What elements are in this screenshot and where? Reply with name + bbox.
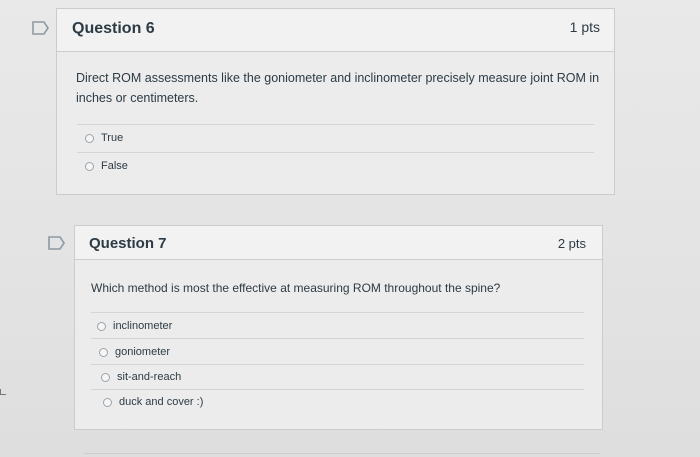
answer-duck-and-cover-label: duck and cover :) — [119, 396, 204, 408]
question-6-card: Question 6 1 pts Direct ROM assessments … — [56, 8, 615, 195]
question-6-text: Direct ROM assessments like the goniomet… — [76, 71, 600, 105]
radio-icon[interactable] — [97, 321, 106, 331]
answer-goniometer[interactable]: goniometer — [99, 346, 170, 358]
answer-false[interactable]: False — [85, 160, 128, 172]
answer-separator — [91, 364, 584, 365]
answer-separator — [77, 124, 594, 125]
question-6-header: Question 6 1 pts — [57, 9, 614, 52]
answer-false-label: False — [101, 160, 128, 172]
question-7-points: 2 pts — [557, 236, 586, 251]
answer-true[interactable]: True — [85, 132, 123, 144]
radio-icon[interactable] — [85, 161, 94, 171]
question-6-points: 1 pts — [569, 19, 600, 35]
answer-separator — [77, 152, 594, 153]
answer-goniometer-label: goniometer — [115, 346, 171, 358]
question-7-card: Question 7 2 pts Which method is most th… — [74, 225, 603, 430]
answer-sit-and-reach[interactable]: sit-and-reach — [101, 371, 181, 383]
radio-icon[interactable] — [103, 397, 112, 407]
question-7-title: Question 7 — [89, 235, 167, 252]
answer-separator — [91, 312, 584, 313]
flag-question-6-icon[interactable] — [32, 21, 50, 35]
flag-question-7-icon[interactable] — [48, 236, 66, 250]
radio-icon[interactable] — [85, 133, 94, 143]
edge-mark — [0, 389, 6, 395]
question-7-text: Which method is most the effective at me… — [91, 281, 501, 295]
answer-duck-and-cover[interactable]: duck and cover :) — [103, 396, 203, 408]
answer-separator — [91, 338, 584, 339]
answer-sit-and-reach-label: sit-and-reach — [117, 371, 182, 383]
bottom-edge-line — [84, 453, 600, 454]
answer-inclinometer[interactable]: inclinometer — [97, 320, 172, 332]
answer-inclinometer-label: inclinometer — [113, 320, 173, 332]
question-7-header: Question 7 2 pts — [75, 226, 602, 260]
question-6-title: Question 6 — [72, 20, 155, 37]
radio-icon[interactable] — [99, 347, 108, 357]
answer-separator — [91, 389, 584, 390]
radio-icon[interactable] — [101, 372, 110, 382]
answer-true-label: True — [101, 132, 124, 144]
